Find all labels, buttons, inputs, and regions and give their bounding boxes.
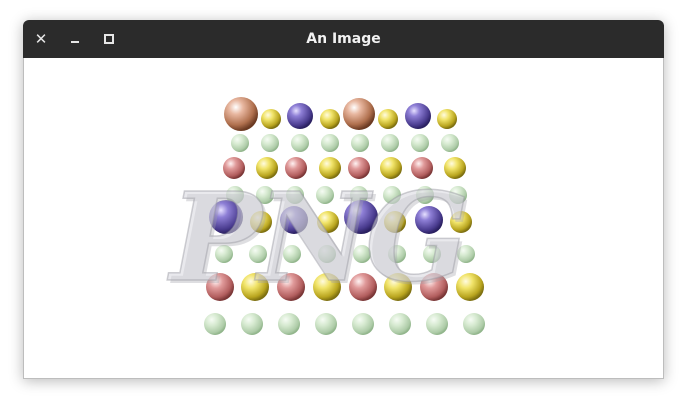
sphere [278,313,300,335]
sphere [321,134,339,152]
sphere [315,313,337,335]
sphere [320,109,340,129]
sphere [261,134,279,152]
sphere [381,134,399,152]
sphere [405,103,431,129]
sphere [287,103,313,129]
sphere [231,134,249,152]
png-logo-text: PNG [169,165,470,309]
sphere [411,134,429,152]
sphere [343,98,375,130]
app-window: ✕ An Image PNG [23,20,664,379]
sphere [204,313,226,335]
sphere [224,97,258,131]
sphere [441,134,459,152]
sphere [352,313,374,335]
sphere [351,134,369,152]
sphere [389,313,411,335]
sphere [291,134,309,152]
sphere [463,313,485,335]
sphere [261,109,281,129]
window-title: An Image [306,31,381,47]
image-viewport: PNG [23,58,664,379]
sphere [426,313,448,335]
sphere [437,109,457,129]
sphere [378,109,398,129]
title-bar[interactable]: ✕ An Image [23,20,664,58]
sphere [241,313,263,335]
